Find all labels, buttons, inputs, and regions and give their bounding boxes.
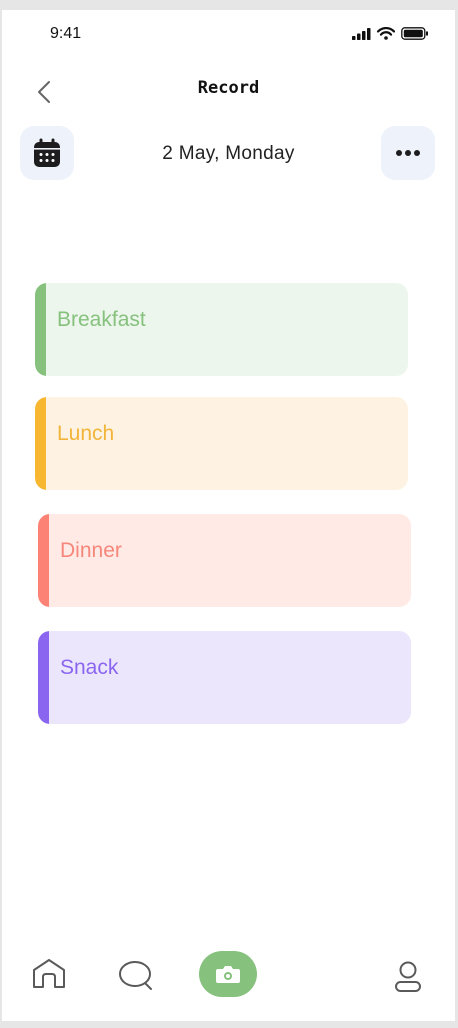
status-bar: 9:41: [2, 10, 455, 58]
meal-card-lunch[interactable]: Lunch: [35, 397, 408, 490]
meal-card-snack[interactable]: Snack: [38, 631, 411, 724]
meal-accent-bar: [38, 514, 49, 607]
nav-profile[interactable]: [394, 961, 422, 998]
meal-accent-bar: [35, 397, 46, 490]
nav-home[interactable]: [30, 957, 68, 996]
camera-button[interactable]: [199, 951, 257, 997]
profile-icon: [395, 961, 421, 992]
status-time: 9:41: [50, 25, 82, 42]
meal-label: Dinner: [60, 539, 122, 562]
meal-label: Snack: [60, 656, 119, 679]
camera-icon: [216, 966, 240, 983]
app-screen: 9:41 Record 2 May, Monday Breakfast Lunc…: [2, 10, 455, 1021]
meal-card-breakfast[interactable]: Breakfast: [35, 283, 408, 376]
bottom-nav: [2, 945, 455, 1005]
more-horizontal-icon: [396, 150, 420, 156]
header: Record: [2, 70, 455, 110]
home-icon: [33, 959, 65, 988]
date-bar: 2 May, Monday: [2, 126, 455, 182]
wifi-icon: [376, 27, 396, 45]
page-title: Record: [197, 78, 260, 98]
meal-accent-bar: [38, 631, 49, 724]
meal-label: Breakfast: [57, 308, 146, 331]
more-button[interactable]: [381, 126, 435, 180]
cellular-signal-icon: [352, 27, 371, 45]
meal-label: Lunch: [57, 422, 115, 445]
meal-card-dinner[interactable]: Dinner: [38, 514, 411, 607]
battery-icon: [401, 27, 429, 45]
meal-accent-bar: [35, 283, 46, 376]
nav-chat[interactable]: [116, 959, 156, 998]
chat-icon: [119, 961, 152, 990]
status-icons: [352, 27, 429, 45]
